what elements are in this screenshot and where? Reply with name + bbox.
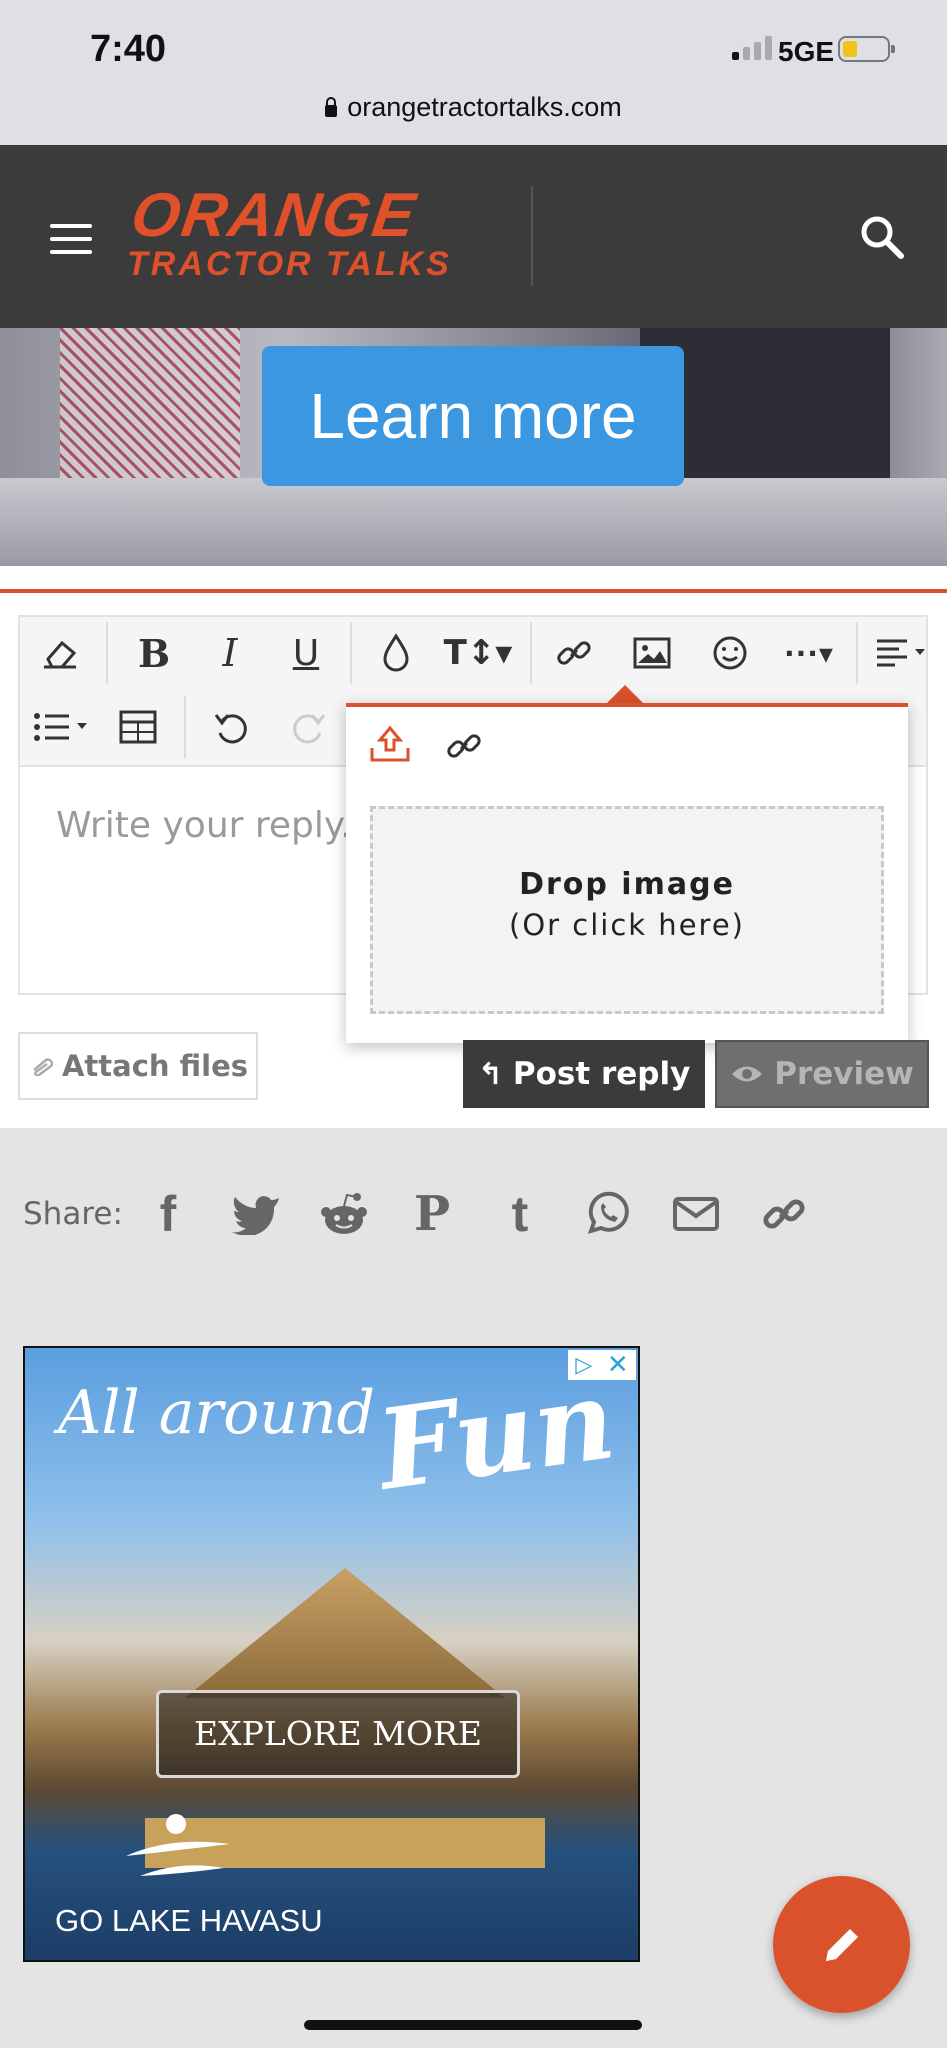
- email-icon[interactable]: [668, 1186, 724, 1242]
- toolbar-row-2: [30, 696, 338, 758]
- smile-icon[interactable]: [700, 623, 760, 683]
- pinterest-icon[interactable]: P: [404, 1186, 460, 1242]
- attach-label: Attach files: [61, 1049, 249, 1083]
- status-time: 7:40: [90, 28, 167, 70]
- table-icon[interactable]: [108, 697, 168, 757]
- ad-choices[interactable]: ▷ ✕: [568, 1350, 636, 1380]
- reddit-icon[interactable]: [316, 1186, 372, 1242]
- share-label: Share:: [23, 1196, 123, 1232]
- adchoices-icon[interactable]: ▷: [575, 1353, 592, 1378]
- align-icon[interactable]: [870, 623, 936, 683]
- learn-more-button[interactable]: Learn more: [262, 346, 684, 486]
- url-link-icon[interactable]: [444, 726, 484, 766]
- facebook-icon[interactable]: f: [140, 1186, 196, 1242]
- redo-icon[interactable]: [278, 697, 338, 757]
- drop-title: Drop image: [519, 867, 735, 902]
- image-drop-zone[interactable]: Drop image (Or click here): [370, 806, 884, 1014]
- image-icon[interactable]: [622, 623, 682, 683]
- home-indicator: [304, 2020, 642, 2030]
- post-label: Post reply: [512, 1056, 691, 1092]
- logo-line2[interactable]: TRACTOR TALKS: [127, 245, 452, 284]
- bold-icon[interactable]: B: [124, 623, 184, 683]
- twitter-icon[interactable]: [228, 1186, 284, 1242]
- paperclip-icon: [33, 1058, 54, 1076]
- more-icon[interactable]: ···▾: [774, 623, 844, 683]
- ad-brand: GO LAKE HAVASU: [55, 1903, 323, 1938]
- explore-more-button[interactable]: EXPLORE MORE: [156, 1690, 520, 1778]
- drop-subtitle: (Or click here): [509, 908, 745, 942]
- logo-line1[interactable]: ORANGE: [127, 180, 421, 251]
- attach-files-button[interactable]: Attach files: [18, 1032, 258, 1100]
- lock-icon: [325, 97, 338, 117]
- reply-textarea[interactable]: Write your reply...: [56, 805, 374, 846]
- share-link-icon[interactable]: [756, 1186, 812, 1242]
- preview-label: Preview: [774, 1056, 914, 1092]
- tumblr-icon[interactable]: t: [492, 1186, 548, 1242]
- network-label: 5GE: [778, 36, 835, 67]
- header-divider: [531, 186, 533, 286]
- pencil-icon: [825, 1928, 858, 1961]
- reply-arrow-icon: ↰: [477, 1056, 503, 1092]
- signal-icon: [732, 36, 772, 60]
- close-icon[interactable]: ✕: [607, 1350, 629, 1380]
- list-icon[interactable]: [30, 697, 96, 757]
- search-icon[interactable]: [858, 213, 906, 261]
- havasu-logo-icon: [126, 1814, 230, 1876]
- compose-button[interactable]: [773, 1876, 910, 2013]
- url-text: orangetractortalks.com: [347, 92, 622, 122]
- text-size-icon[interactable]: T↕▾: [438, 623, 518, 683]
- share-icons: f P t: [140, 1186, 812, 1242]
- accent-divider: [0, 589, 947, 593]
- preview-button[interactable]: Preview: [715, 1040, 929, 1108]
- battery-icon: [838, 36, 895, 62]
- address-bar[interactable]: orangetractortalks.com: [0, 92, 947, 123]
- toolbar-row-1: B I U T↕▾ ···▾: [30, 622, 936, 684]
- ad-headline: All around: [58, 1378, 376, 1448]
- whatsapp-icon[interactable]: [580, 1186, 636, 1242]
- eye-icon: [732, 1066, 763, 1082]
- post-reply-button[interactable]: ↰ Post reply: [463, 1040, 705, 1108]
- link-icon[interactable]: [544, 623, 604, 683]
- color-drop-icon[interactable]: [366, 623, 426, 683]
- undo-icon[interactable]: [202, 697, 262, 757]
- eraser-icon[interactable]: [30, 623, 90, 683]
- status-bar: [0, 0, 947, 145]
- italic-icon[interactable]: I: [200, 623, 260, 683]
- underline-icon[interactable]: U: [276, 623, 336, 683]
- upload-icon[interactable]: [368, 724, 412, 764]
- menu-icon[interactable]: [50, 224, 92, 254]
- popup-arrow: [607, 685, 643, 703]
